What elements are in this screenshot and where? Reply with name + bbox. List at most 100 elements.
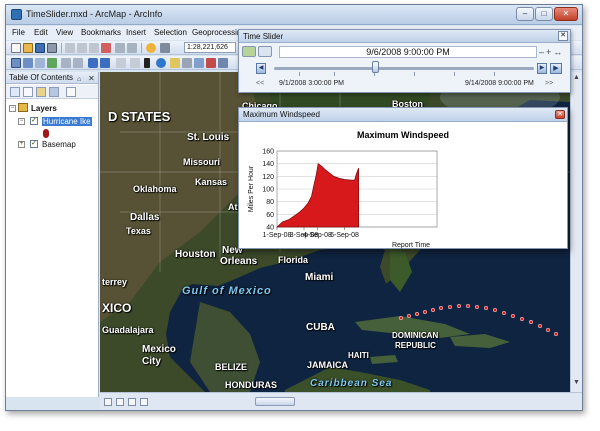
refresh-icon[interactable] xyxy=(128,398,136,406)
hurricane-collapse-icon[interactable]: − xyxy=(18,118,25,125)
fixed-zoom-in-icon[interactable] xyxy=(61,58,71,68)
layers-collapse-icon[interactable]: − xyxy=(9,105,16,112)
start-time-label: 9/1/2008 3:00:00 PM xyxy=(279,80,344,87)
html-popup-icon[interactable] xyxy=(206,58,216,68)
close-button[interactable]: ✕ xyxy=(554,7,578,21)
scroll-up-icon[interactable]: ▲ xyxy=(573,74,580,81)
delete-icon[interactable] xyxy=(101,43,111,53)
full-extent-icon[interactable] xyxy=(47,58,57,68)
hurricane-layer-checkbox[interactable]: ✓ xyxy=(30,117,38,125)
print-icon[interactable] xyxy=(47,43,57,53)
windspeed-chart: Maximum Windspeed 40 60 80 100 120 140 160 1-S… xyxy=(248,130,449,249)
basemap-layer-label[interactable]: Basemap xyxy=(42,140,76,149)
identify-icon[interactable] xyxy=(156,58,166,68)
toc-title: Table Of Contents xyxy=(9,73,74,82)
back-extent-icon[interactable] xyxy=(88,58,98,68)
y-axis-label: Miles Per Hour xyxy=(248,165,255,212)
menu-file[interactable]: File xyxy=(12,28,25,37)
basemap-layer-checkbox[interactable]: ✓ xyxy=(30,140,38,148)
add-data-dropdown-icon[interactable] xyxy=(160,43,170,53)
map-label-united-states: D STATES xyxy=(108,109,171,124)
y-tick-label: 100 xyxy=(262,187,274,194)
select-elements-icon[interactable] xyxy=(144,58,150,68)
zoom-in-icon[interactable] xyxy=(11,58,21,68)
y-tick-label: 140 xyxy=(262,161,274,168)
list-by-source-icon[interactable] xyxy=(23,87,33,97)
go-to-end-button[interactable]: >> xyxy=(545,80,553,87)
time-slider-window: Time Slider ✕ 9/6/2008 9:00:00 PM –+↔ ◀ … xyxy=(238,29,571,93)
open-folder-icon[interactable] xyxy=(23,43,33,53)
clear-selection-icon[interactable] xyxy=(130,58,140,68)
undo-icon[interactable] xyxy=(115,43,125,53)
list-by-selection-icon[interactable] xyxy=(49,87,59,97)
find-icon[interactable] xyxy=(170,58,180,68)
time-options-icon[interactable] xyxy=(258,46,272,57)
map-label-missouri: Missouri xyxy=(183,157,221,167)
map-label-honduras: HONDURAS xyxy=(225,380,278,390)
go-to-start-button[interactable]: << xyxy=(256,80,264,87)
x-tick-label: 6-Sep-08 xyxy=(330,232,359,239)
list-by-drawing-order-icon[interactable] xyxy=(10,87,20,97)
x-tick-label: 4-Sep-08 xyxy=(303,232,332,239)
forward-extent-icon[interactable] xyxy=(100,58,110,68)
toc-options-icon[interactable] xyxy=(66,87,76,97)
fixed-zoom-out-icon[interactable] xyxy=(73,58,83,68)
new-document-icon[interactable] xyxy=(11,43,21,53)
step-forward-button[interactable]: ▶ xyxy=(537,63,547,74)
time-slider-title-bar[interactable]: Time Slider ✕ xyxy=(239,30,570,43)
map-vertical-scrollbar[interactable]: ▲ ▼ xyxy=(570,72,582,392)
map-label-monterrey: terrey xyxy=(102,277,128,287)
horizontal-scroll-thumb[interactable] xyxy=(255,397,295,406)
zoom-out-icon[interactable] xyxy=(23,58,33,68)
step-back-button[interactable]: ◀ xyxy=(256,63,266,74)
list-by-visibility-icon[interactable] xyxy=(36,87,46,97)
map-label-florida: Florida xyxy=(278,255,309,265)
redo-icon[interactable] xyxy=(127,43,137,53)
menu-bookmarks[interactable]: Bookmarks xyxy=(81,28,121,37)
paste-icon[interactable] xyxy=(89,43,99,53)
menu-view[interactable]: View xyxy=(56,28,73,37)
hurricane-layer-label[interactable]: Hurricane Ike xyxy=(42,117,92,126)
layout-view-icon[interactable] xyxy=(116,398,124,406)
time-slider-title: Time Slider xyxy=(243,32,284,41)
hyperlink-icon[interactable] xyxy=(194,58,204,68)
copy-icon[interactable] xyxy=(77,43,87,53)
time-slider-thumb[interactable] xyxy=(372,61,379,73)
measure-icon[interactable] xyxy=(182,58,192,68)
time-slider-track[interactable] xyxy=(274,67,534,70)
data-view-icon[interactable] xyxy=(104,398,112,406)
basemap-expand-icon[interactable]: + xyxy=(18,141,25,148)
map-label-cuba: CUBA xyxy=(306,322,335,333)
maximize-button[interactable]: □ xyxy=(535,7,553,21)
time-slider-icon[interactable] xyxy=(218,58,228,68)
menu-insert[interactable]: Insert xyxy=(126,28,146,37)
add-data-icon[interactable] xyxy=(146,43,156,53)
time-slider-close-button[interactable]: ✕ xyxy=(558,31,568,41)
layers-folder-icon xyxy=(18,103,28,112)
time-tick xyxy=(494,72,495,76)
save-icon[interactable] xyxy=(35,43,45,53)
toc-close-icon[interactable]: ✕ xyxy=(88,73,95,85)
time-tick xyxy=(414,72,415,76)
graph-window-close-button[interactable]: ✕ xyxy=(555,110,565,119)
map-scale-input[interactable]: 1:28,221,626 xyxy=(184,42,236,53)
map-label-caribbean-sea: Caribbean Sea xyxy=(310,378,393,389)
graph-window-title-bar[interactable]: Maximum Windspeed ✕ xyxy=(239,108,567,122)
chart-title: Maximum Windspeed xyxy=(357,130,449,140)
title-bar[interactable]: TimeSlider.mxd - ArcMap - ArcInfo – □ ✕ xyxy=(6,5,582,25)
map-label-guadalajara: Guadalajara xyxy=(102,325,154,335)
menu-selection[interactable]: Selection xyxy=(154,28,187,37)
enable-time-icon[interactable] xyxy=(242,46,256,57)
play-button[interactable]: ▶ xyxy=(550,63,562,74)
pause-drawing-icon[interactable] xyxy=(140,398,148,406)
menu-edit[interactable]: Edit xyxy=(34,28,48,37)
map-status-bar xyxy=(100,392,582,410)
select-features-icon[interactable] xyxy=(116,58,126,68)
cut-icon[interactable] xyxy=(65,43,75,53)
pan-icon[interactable] xyxy=(35,58,45,68)
time-zoom-controls[interactable]: –+↔ xyxy=(539,47,564,57)
map-label-gulf-of-mexico: Gulf of Mexico xyxy=(182,285,272,297)
layers-label[interactable]: Layers xyxy=(31,104,57,113)
minimize-button[interactable]: – xyxy=(516,7,534,21)
scroll-down-icon[interactable]: ▼ xyxy=(573,379,580,386)
